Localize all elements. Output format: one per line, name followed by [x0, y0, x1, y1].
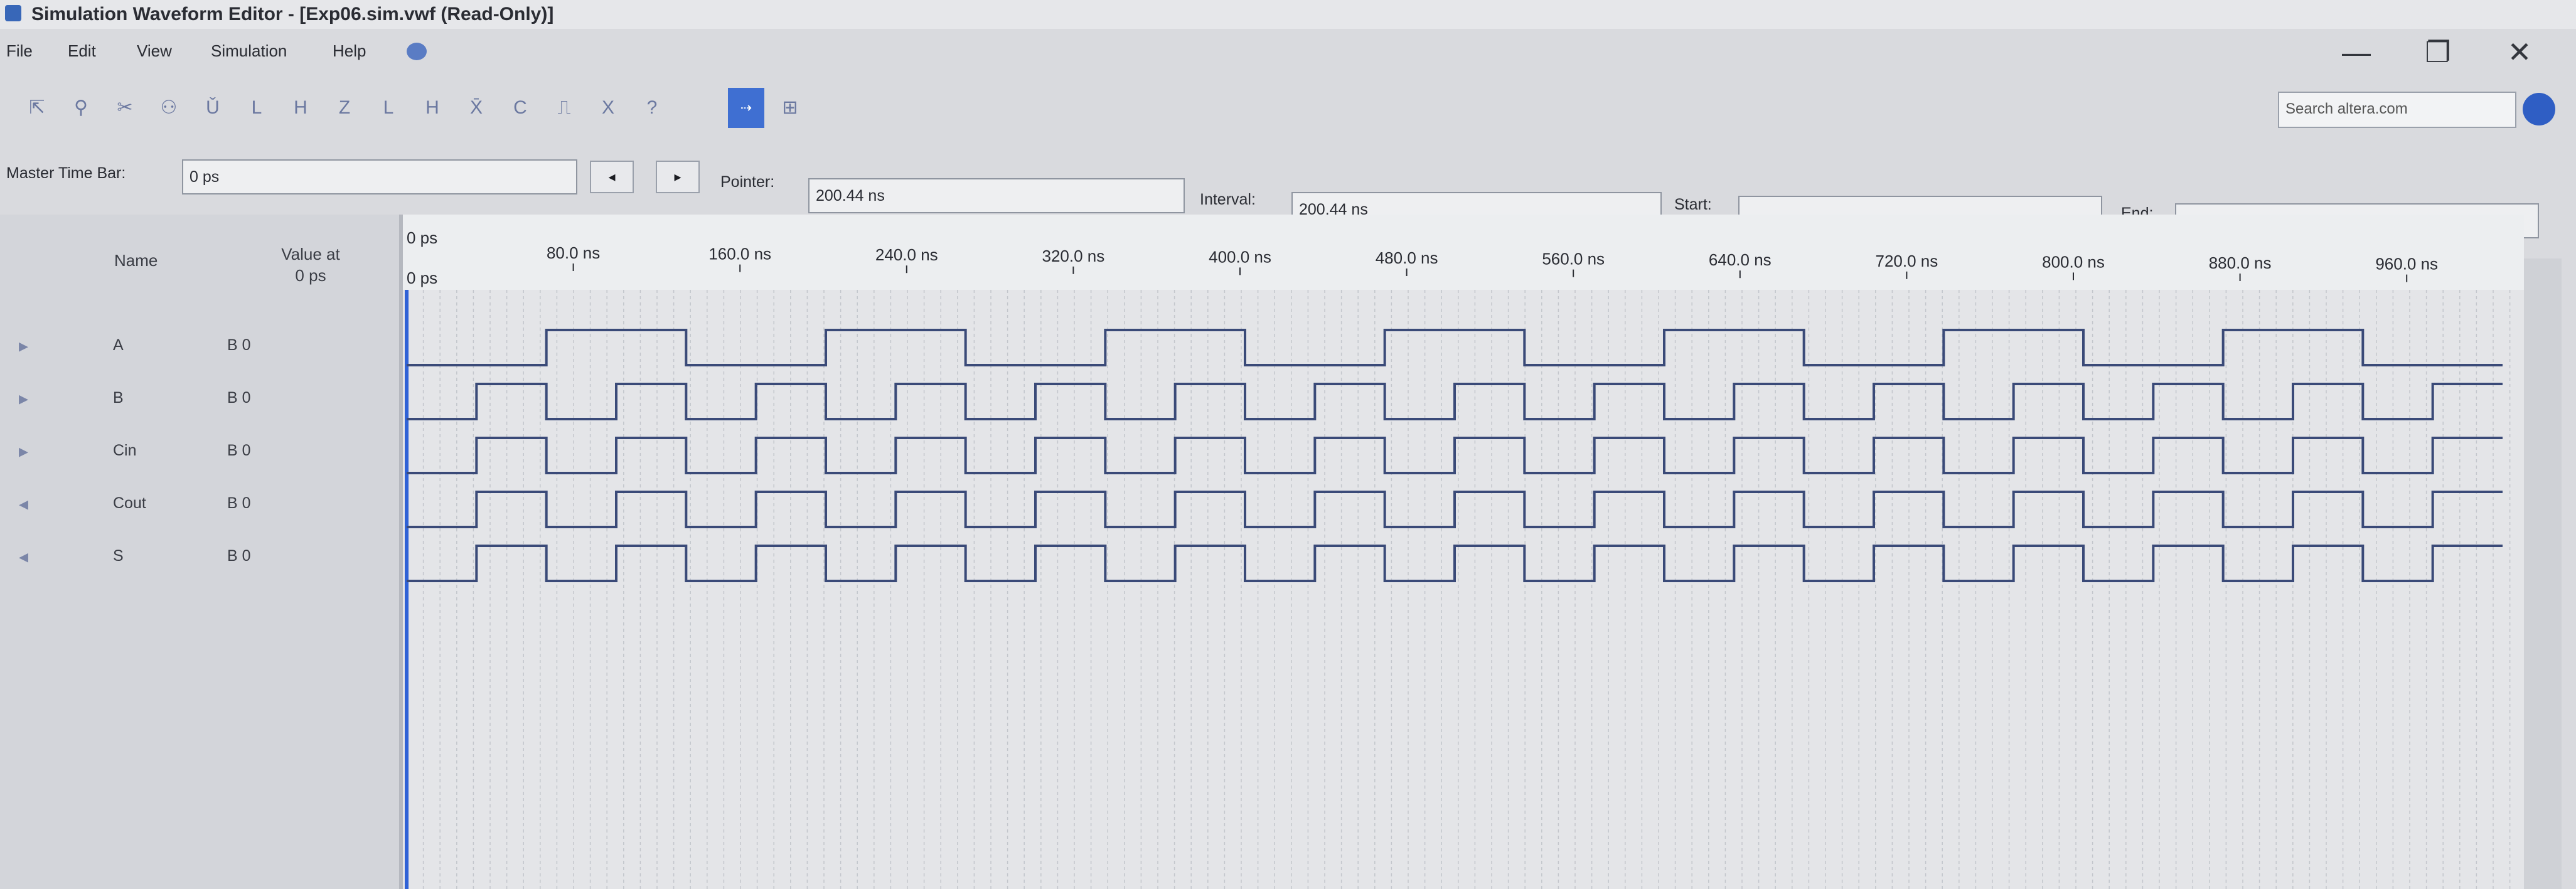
snap-icon[interactable]: ⇢	[728, 88, 764, 128]
weak-low-icon[interactable]: L	[370, 88, 407, 128]
signal-value: B 0	[227, 442, 251, 459]
time-tick-label: 800.0 ns	[2042, 252, 2105, 271]
waveform-s[interactable]	[407, 545, 2503, 582]
waveform-a[interactable]	[407, 329, 2503, 366]
app-icon	[5, 5, 21, 21]
cut-icon[interactable]: ✂	[107, 88, 143, 128]
pointer-field: 200.44 ns	[808, 178, 1185, 213]
signal-name: S	[113, 547, 124, 565]
waveform-toolbar: ⇱ ⚲ ✂ ⚇ Ǔ L H Z L H X̄ C ⎍ X? ⇢ ⊞	[19, 88, 866, 134]
signal-name: Cin	[113, 442, 137, 459]
input-pin-icon: ▸	[19, 441, 29, 462]
menu-file[interactable]: File	[6, 41, 33, 61]
output-pin-icon: ◂	[19, 494, 29, 514]
help-icon[interactable]	[407, 43, 427, 60]
window-title: Simulation Waveform Editor - [Exp06.sim.…	[31, 4, 554, 24]
output-pin-icon: ◂	[19, 546, 29, 567]
signal-value: B 0	[227, 336, 251, 354]
restore-button[interactable]: ❐	[2416, 35, 2460, 69]
clock-icon[interactable]: ⎍	[546, 88, 582, 128]
count-value-icon[interactable]: C	[502, 88, 538, 128]
vertical-scrollbar[interactable]	[2524, 258, 2562, 889]
signal-row[interactable]: ◂ Cout B 0	[0, 479, 399, 530]
minimize-button[interactable]: —	[2334, 35, 2378, 69]
forcing-low-icon[interactable]: L	[238, 88, 275, 128]
waveform-cout[interactable]	[407, 491, 2503, 528]
search-input[interactable]: Search altera.com	[2278, 92, 2516, 128]
menu-bar: File Edit View Simulation Help	[0, 34, 2576, 68]
weak-high-icon[interactable]: H	[414, 88, 451, 128]
close-button[interactable]: ✕	[2498, 35, 2541, 69]
start-label: Start:	[1674, 196, 1712, 213]
time-tick-label: 880.0 ns	[2209, 253, 2272, 272]
waveform-canvas[interactable]: 0 ps 0 ps 80.0 ns 160.0 ns 240.0 ns 320.0 ns 4…	[403, 215, 2524, 889]
waveform-pane: 0 ps 0 ps 80.0 ns 160.0 ns 240.0 ns 320.0 ns 4…	[403, 215, 2524, 889]
menu-simulation[interactable]: Simulation	[211, 41, 287, 61]
select-icon[interactable]: ⇱	[19, 88, 55, 128]
forcing-high-icon[interactable]: H	[282, 88, 319, 128]
menu-view[interactable]: View	[137, 41, 172, 61]
node-finder-icon[interactable]: ⚇	[151, 88, 187, 128]
time-tick-label: 400.0 ns	[1209, 247, 1271, 266]
time-tick-label: 720.0 ns	[1876, 252, 1938, 270]
time-tick-label: 640.0 ns	[1709, 250, 1772, 269]
time-axis-start-label: 0 ps	[407, 228, 437, 247]
pointer-label: Pointer:	[720, 173, 775, 191]
interval-label: Interval:	[1200, 191, 1256, 208]
title-bar: Simulation Waveform Editor - [Exp06.sim.…	[0, 0, 2576, 29]
signal-name: B	[113, 389, 124, 407]
value-column-header: Value at 0 ps	[257, 243, 364, 286]
master-time-bar-field[interactable]: 0 ps	[182, 159, 577, 194]
signal-value: B 0	[227, 389, 251, 407]
grid-icon[interactable]: ⊞	[772, 88, 808, 128]
invert-icon[interactable]: X̄	[458, 88, 494, 128]
input-pin-icon: ▸	[19, 336, 29, 356]
next-transition-button[interactable]: ▸	[656, 161, 700, 193]
uninitialized-icon[interactable]: Ǔ	[195, 88, 231, 128]
time-tick-label: 320.0 ns	[1042, 247, 1105, 265]
arbitrary-value-icon[interactable]: X	[590, 88, 626, 128]
waveform-cin[interactable]	[407, 437, 2503, 474]
random-value-icon[interactable]: ?	[634, 88, 670, 128]
signal-value: B 0	[227, 494, 251, 512]
value-at-time: 0 ps	[295, 266, 326, 285]
time-tick-label: 560.0 ns	[1542, 250, 1605, 269]
cursor-time-label: 0 ps	[407, 269, 437, 287]
search-go-icon[interactable]	[2523, 93, 2555, 125]
input-pin-icon: ▸	[19, 388, 29, 409]
signal-value: B 0	[227, 547, 251, 565]
prev-transition-button[interactable]: ◂	[590, 161, 634, 193]
signal-row[interactable]: ▸ B B 0	[0, 374, 399, 424]
signal-row[interactable]: ▸ Cin B 0	[0, 427, 399, 477]
time-tick-label: 480.0 ns	[1376, 248, 1438, 267]
signal-row[interactable]: ◂ S B 0	[0, 532, 399, 582]
value-at-label: Value at	[281, 245, 340, 264]
time-tick-label: 960.0 ns	[2375, 255, 2438, 274]
menu-help[interactable]: Help	[333, 41, 366, 61]
waveform-b[interactable]	[407, 383, 2503, 420]
zoom-icon[interactable]: ⚲	[63, 88, 99, 128]
time-tick-label: 160.0 ns	[708, 245, 771, 264]
name-column-header: Name	[114, 251, 158, 270]
master-time-bar-label: Master Time Bar:	[6, 164, 126, 182]
time-tick-label: 240.0 ns	[875, 245, 938, 264]
signal-row[interactable]: ▸ A B 0	[0, 321, 399, 371]
signal-name: Cout	[113, 494, 146, 512]
menu-edit[interactable]: Edit	[68, 41, 96, 61]
signal-name: A	[113, 336, 124, 354]
high-impedance-icon[interactable]: Z	[326, 88, 363, 128]
time-tick-label: 80.0 ns	[547, 243, 600, 262]
